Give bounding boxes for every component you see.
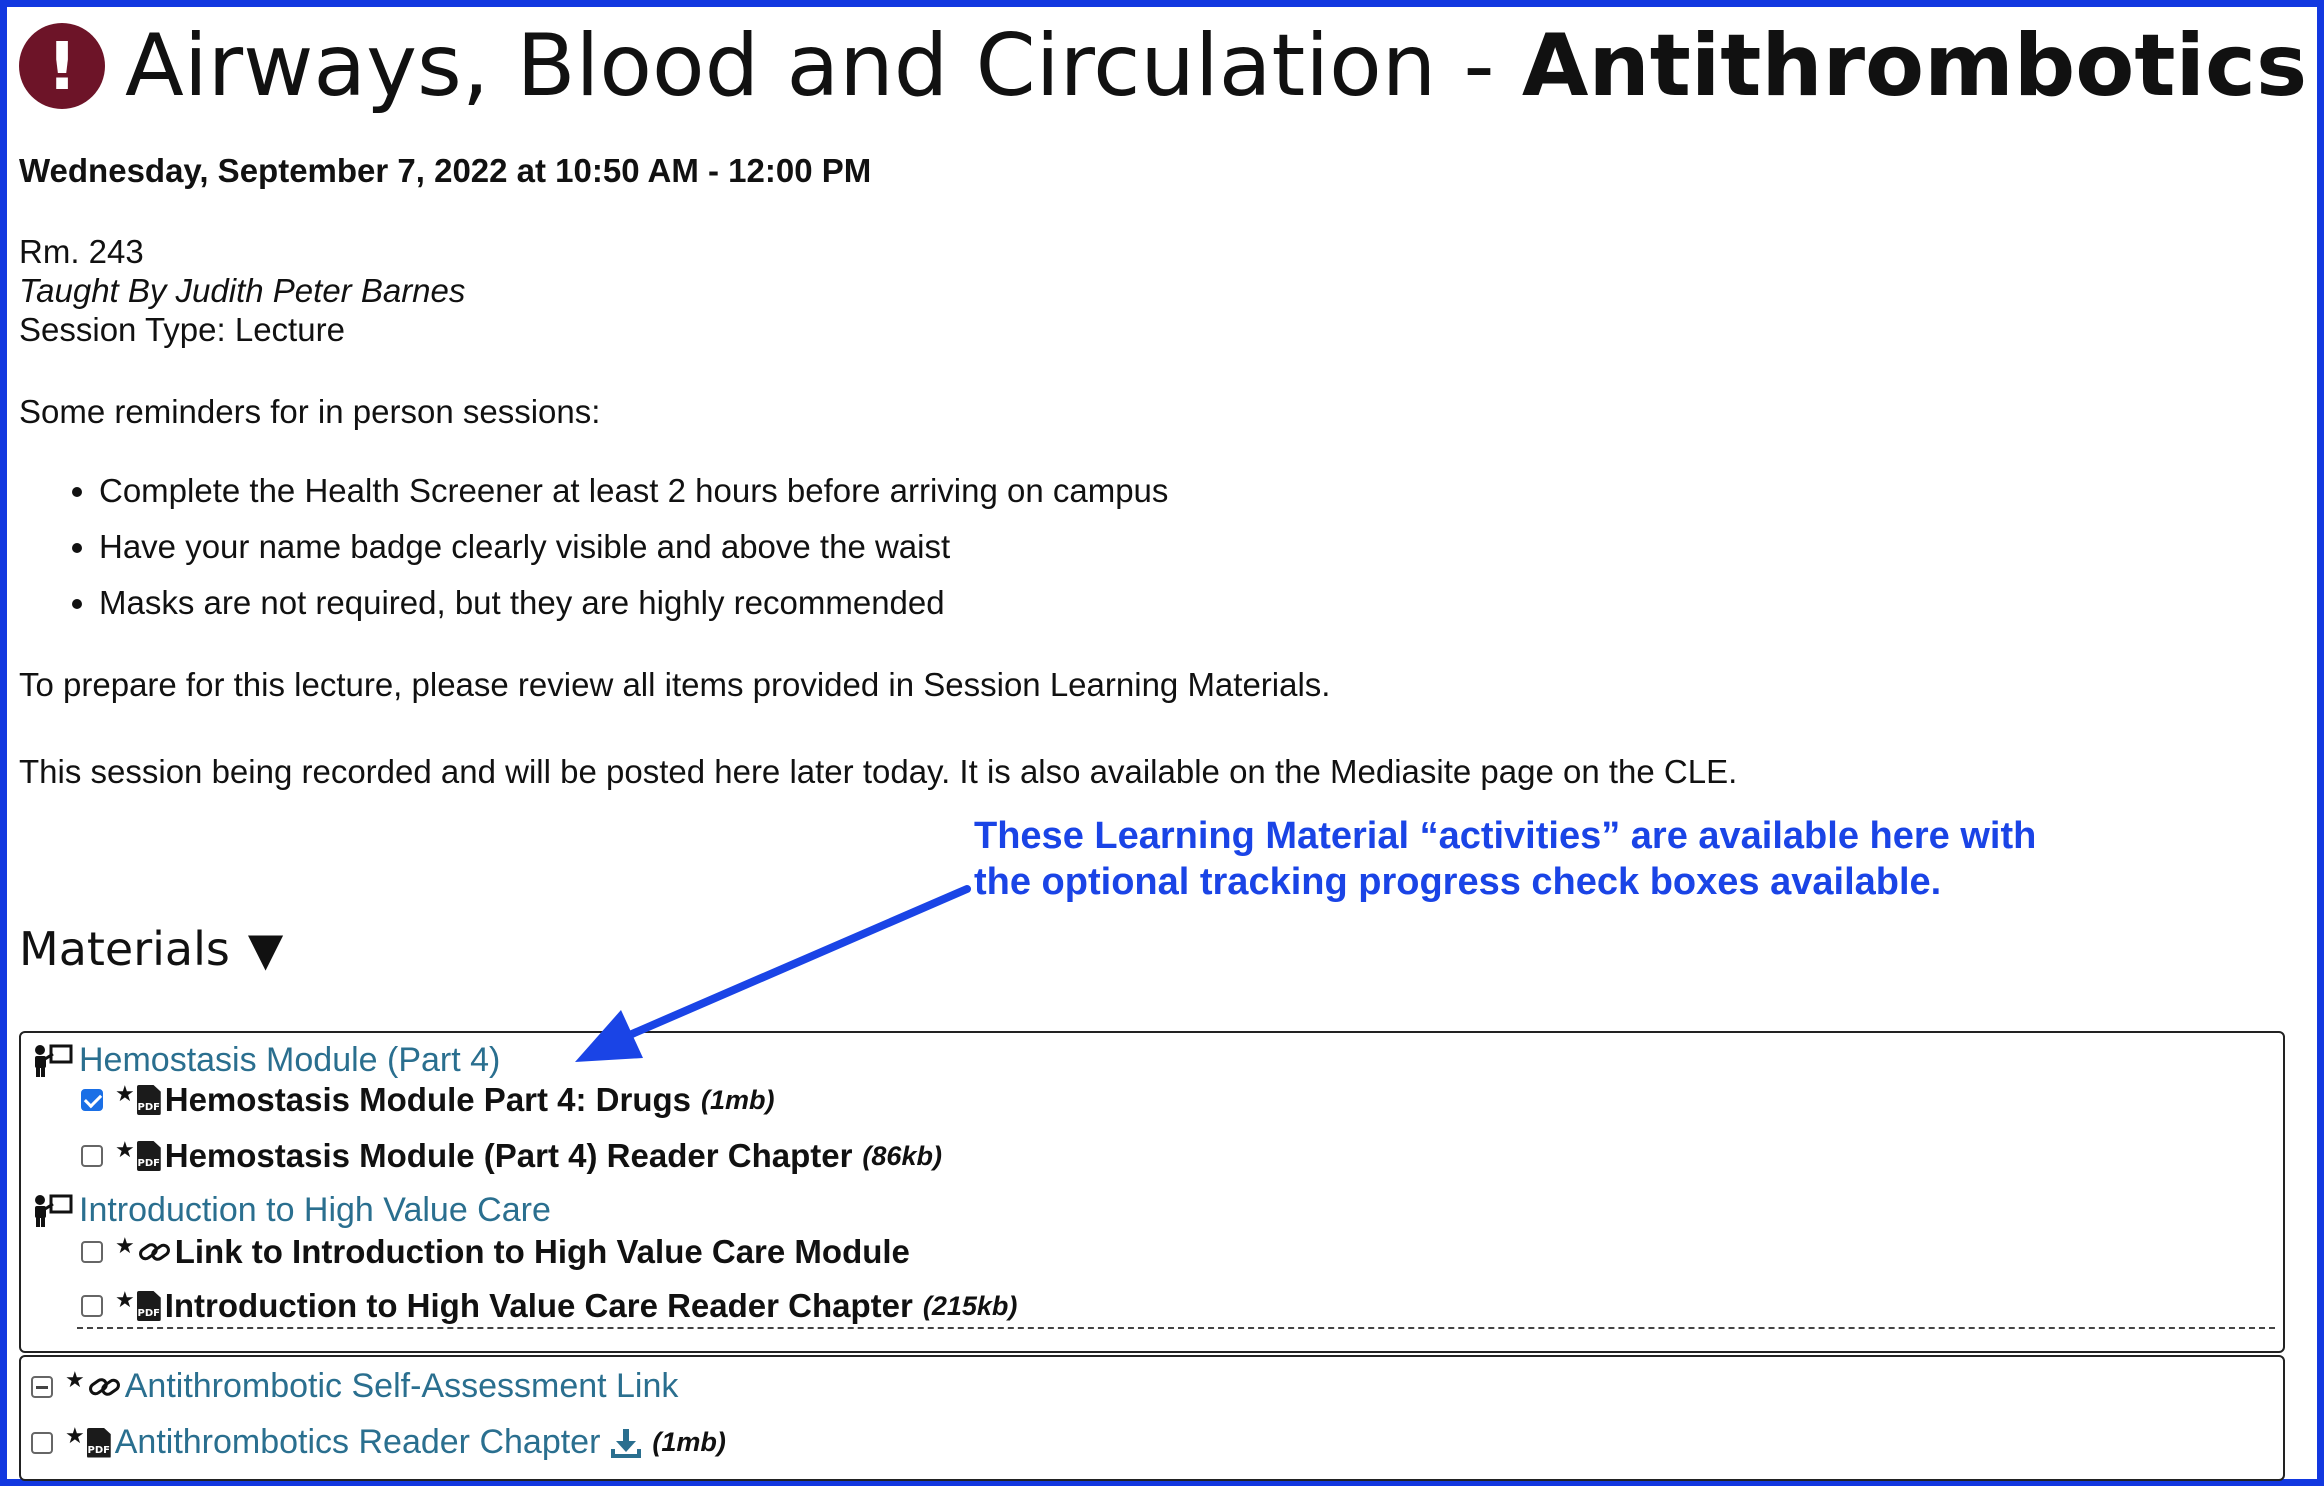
progress-checkbox[interactable] xyxy=(81,1295,103,1317)
collapse-toggle-icon[interactable]: ▼ xyxy=(248,922,283,976)
pdf-icon: PDF xyxy=(136,1291,161,1321)
page-title: Airways, Blood and Circulation - Antithr… xyxy=(125,13,2307,119)
reminders-list: Complete the Health Screener at least 2 … xyxy=(19,469,1168,637)
title-prefix: Airways, Blood and Circulation - xyxy=(125,16,1522,116)
self-assessment-link[interactable]: Antithrombotic Self-Assessment Link xyxy=(125,1367,679,1406)
session-type: Session Type: Lecture xyxy=(19,311,345,348)
session-instructor: Taught By Judith Peter Barnes xyxy=(19,272,466,309)
progress-checkbox-partial[interactable] xyxy=(31,1375,53,1398)
divider xyxy=(77,1327,2275,1329)
progress-checkbox[interactable] xyxy=(81,1241,103,1263)
recording-text: This session being recorded and will be … xyxy=(19,753,1738,790)
activity-header: Introduction to High Value Care xyxy=(31,1191,551,1230)
reminder-item: Masks are not required, but they are hig… xyxy=(99,581,1168,637)
material-item: ★ Link to Introduction to High Value Car… xyxy=(81,1233,910,1271)
star-icon: ★ xyxy=(115,1233,135,1258)
link-icon xyxy=(88,1377,120,1396)
page-frame: ! Airways, Blood and Circulation - Antit… xyxy=(0,0,2324,1486)
title-bold: Antithrombotics xyxy=(1521,16,2308,116)
material-title[interactable]: Hemostasis Module (Part 4) Reader Chapte… xyxy=(165,1137,853,1175)
activity-link-hemostasis[interactable]: Hemostasis Module (Part 4) xyxy=(79,1041,500,1080)
annotation-callout: These Learning Material “activities” are… xyxy=(974,813,2036,905)
material-title[interactable]: Hemostasis Module Part 4: Drugs xyxy=(165,1081,691,1119)
alert-icon: ! xyxy=(19,23,105,109)
activity-link-high-value-care[interactable]: Introduction to High Value Care xyxy=(79,1191,551,1230)
star-icon: ★ xyxy=(65,1367,85,1392)
activities-box: Hemostasis Module (Part 4) ★ PDF Hemosta… xyxy=(19,1031,2285,1353)
material-item: ★ PDF Hemostasis Module Part 4: Drugs (1… xyxy=(81,1081,775,1119)
material-item: ★ Antithrombotic Self-Assessment Link xyxy=(31,1367,678,1406)
progress-checkbox[interactable] xyxy=(81,1145,103,1167)
progress-checkbox[interactable] xyxy=(81,1089,103,1111)
star-icon: ★ xyxy=(115,1081,135,1106)
reader-chapter-link[interactable]: Antithrombotics Reader Chapter xyxy=(115,1423,601,1462)
file-size: (1mb) xyxy=(701,1084,775,1115)
link-icon xyxy=(138,1243,170,1261)
material-title[interactable]: Introduction to High Value Care Reader C… xyxy=(165,1287,913,1325)
reminder-item: Have your name badge clearly visible and… xyxy=(99,525,1168,581)
materials-title: Materials xyxy=(19,922,230,976)
download-icon[interactable] xyxy=(610,1427,642,1459)
standalone-materials-box: ★ Antithrombotic Self-Assessment Link ★ … xyxy=(19,1355,2285,1481)
presenter-icon xyxy=(35,1044,73,1077)
file-size: (86kb) xyxy=(862,1140,942,1171)
reminder-item: Complete the Health Screener at least 2 … xyxy=(99,469,1168,525)
title-row: ! Airways, Blood and Circulation - Antit… xyxy=(19,13,2307,119)
session-datetime: Wednesday, September 7, 2022 at 10:50 AM… xyxy=(19,152,872,189)
star-icon: ★ xyxy=(115,1287,135,1312)
material-item: ★ PDF Antithrombotics Reader Chapter (1m… xyxy=(31,1423,726,1462)
pdf-icon: PDF xyxy=(136,1085,161,1115)
activity-header: Hemostasis Module (Part 4) xyxy=(31,1041,500,1080)
materials-heading: Materials ▼ xyxy=(19,922,283,976)
callout-line-2: the optional tracking progress check box… xyxy=(974,861,1942,903)
reminders-intro: Some reminders for in person sessions: xyxy=(19,393,601,430)
callout-line-1: These Learning Material “activities” are… xyxy=(974,815,2037,857)
session-room: Rm. 243 xyxy=(19,233,144,270)
material-title[interactable]: Link to Introduction to High Value Care … xyxy=(175,1233,910,1271)
material-item: ★ PDF Introduction to High Value Care Re… xyxy=(81,1287,1017,1325)
pdf-icon: PDF xyxy=(86,1427,111,1458)
progress-checkbox[interactable] xyxy=(31,1431,53,1454)
file-size: (1mb) xyxy=(652,1427,726,1457)
pdf-icon: PDF xyxy=(136,1141,161,1171)
star-icon: ★ xyxy=(65,1423,85,1448)
star-icon: ★ xyxy=(115,1137,135,1162)
prep-text: To prepare for this lecture, please revi… xyxy=(19,666,1331,703)
file-size: (215kb) xyxy=(922,1290,1018,1321)
presenter-icon xyxy=(35,1194,73,1227)
material-item: ★ PDF Hemostasis Module (Part 4) Reader … xyxy=(81,1137,942,1175)
